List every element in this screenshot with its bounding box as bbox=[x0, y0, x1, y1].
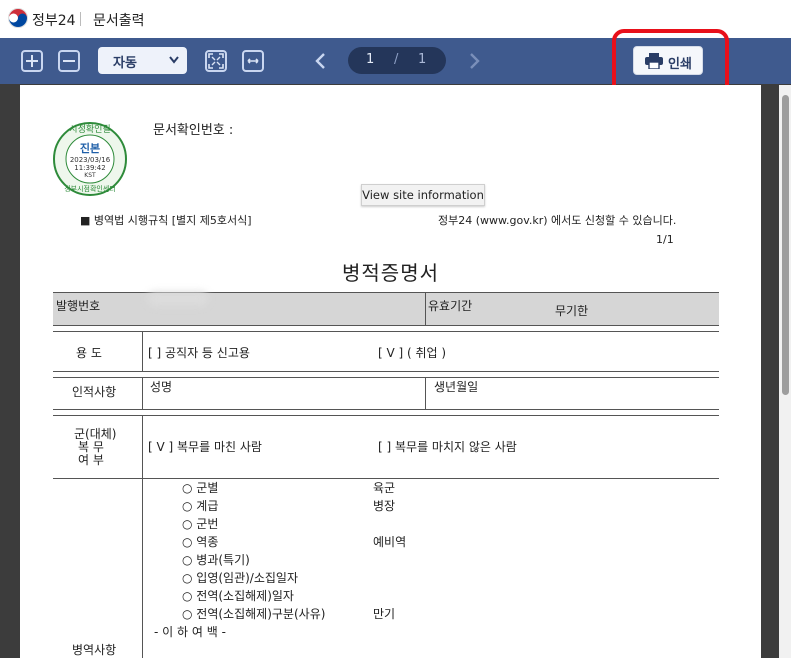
document-title: 병적증명서 bbox=[342, 261, 439, 285]
table-line bbox=[425, 378, 426, 409]
not-served-option: [ ] 복무를 마치지 않은 사람 bbox=[378, 440, 517, 454]
table-line bbox=[142, 479, 143, 658]
window-title: 문서출력 bbox=[93, 13, 145, 29]
next-page-icon[interactable] bbox=[464, 50, 484, 72]
document-confirm-number-label: 문서확인번호 : bbox=[153, 123, 234, 138]
apply-online-note: 정부24 (www.gov.kr) 에서도 신청할 수 있습니다. bbox=[438, 214, 677, 227]
zoom-select[interactable]: 자동 bbox=[98, 47, 187, 74]
record-item-label: ○ 병과(특기) bbox=[182, 553, 250, 567]
table-line bbox=[142, 378, 143, 409]
fit-width-button[interactable] bbox=[242, 50, 264, 72]
table-line bbox=[53, 409, 719, 410]
record-item-label: ○ 입영(임관)/소집일자 bbox=[182, 571, 299, 585]
record-item-value: 만기 bbox=[373, 607, 396, 621]
record-item-value: 병장 bbox=[373, 499, 396, 513]
fit-page-button[interactable] bbox=[205, 50, 227, 72]
stamp-tz: KST bbox=[84, 172, 96, 179]
record-item-value: 육군 bbox=[373, 481, 396, 495]
end-of-list-text: - 이 하 여 백 - bbox=[154, 625, 226, 639]
form-reference: ■ 병역법 시행규칙 [별지 제5호서식] bbox=[80, 214, 252, 227]
record-item-label: ○ 군별 bbox=[182, 481, 219, 495]
zoom-out-button[interactable] bbox=[58, 50, 80, 72]
purpose-option-official: [ ] 공직자 등 신고용 bbox=[148, 346, 250, 360]
zoom-value: 자동 bbox=[113, 56, 137, 71]
page-current[interactable]: 1 bbox=[366, 52, 374, 67]
name-label: 성명 bbox=[150, 380, 173, 394]
record-item-label: ○ 계급 bbox=[182, 499, 219, 513]
authenticity-stamp: 시정확인필 진본 2023/03/16 11:39:42 KST 정부시점확인센… bbox=[53, 122, 127, 196]
stamp-time: 11:39:42 bbox=[74, 164, 105, 172]
issue-number-label: 발행번호 bbox=[56, 299, 101, 313]
served-option: [ V ] 복무를 마친 사람 bbox=[148, 440, 262, 454]
purpose-option-employment: [ V ] ( 취업 ) bbox=[378, 346, 447, 360]
table-line bbox=[142, 416, 143, 478]
table-line bbox=[53, 415, 719, 416]
record-item-label: ○ 역종 bbox=[182, 535, 219, 549]
page-separator: / bbox=[394, 52, 399, 67]
military-record-label: 병역사항 bbox=[72, 643, 117, 657]
minus-icon bbox=[63, 60, 75, 62]
stamp-top-text: 시정확인필 bbox=[69, 123, 110, 135]
purpose-label: 용 도 bbox=[76, 346, 102, 360]
previous-page-icon[interactable] bbox=[311, 50, 331, 72]
dob-label: 생년월일 bbox=[434, 380, 479, 394]
record-item-label: ○ 전역(소집해제)구분(사유) bbox=[182, 607, 326, 621]
app-name: 정부24 bbox=[32, 13, 76, 29]
table-line bbox=[142, 332, 143, 371]
vertical-scrollbar[interactable] bbox=[779, 85, 791, 658]
chevron-down-icon bbox=[169, 56, 179, 64]
site-info-tooltip: View site information bbox=[361, 184, 485, 206]
scrollbar-thumb[interactable] bbox=[782, 95, 789, 395]
table-line bbox=[53, 325, 719, 326]
validity-value: 무기한 bbox=[555, 304, 589, 318]
record-item-value: 예비역 bbox=[373, 535, 407, 549]
page-indicator[interactable]: 1 / 1 bbox=[348, 47, 446, 74]
fullscreen-icon bbox=[208, 53, 224, 69]
gov-logo-icon bbox=[8, 8, 28, 28]
table-line bbox=[425, 293, 426, 325]
stamp-bottom-text: 정부시점확인센터 bbox=[64, 184, 116, 193]
fit-width-icon bbox=[247, 58, 259, 64]
issue-number-redacted bbox=[148, 292, 208, 306]
table-line bbox=[53, 331, 719, 332]
service-status-label-line3: 여 부 bbox=[78, 453, 104, 467]
document-page-number: 1/1 bbox=[656, 233, 674, 246]
plus-icon bbox=[26, 55, 38, 67]
validity-label: 유효기간 bbox=[428, 299, 473, 313]
record-item-label: ○ 군번 bbox=[182, 517, 219, 531]
title-divider bbox=[80, 12, 81, 26]
personal-info-label: 인적사항 bbox=[72, 385, 117, 399]
document-page: 시정확인필 진본 2023/03/16 11:39:42 KST 정부시점확인센… bbox=[20, 85, 761, 658]
page-total: 1 bbox=[418, 52, 427, 67]
zoom-in-button[interactable] bbox=[21, 50, 43, 72]
stamp-main: 진본 bbox=[80, 141, 100, 155]
table-line bbox=[53, 371, 719, 372]
record-item-label: ○ 전역(소집해제)일자 bbox=[182, 589, 294, 603]
stamp-date: 2023/03/16 bbox=[70, 156, 111, 164]
